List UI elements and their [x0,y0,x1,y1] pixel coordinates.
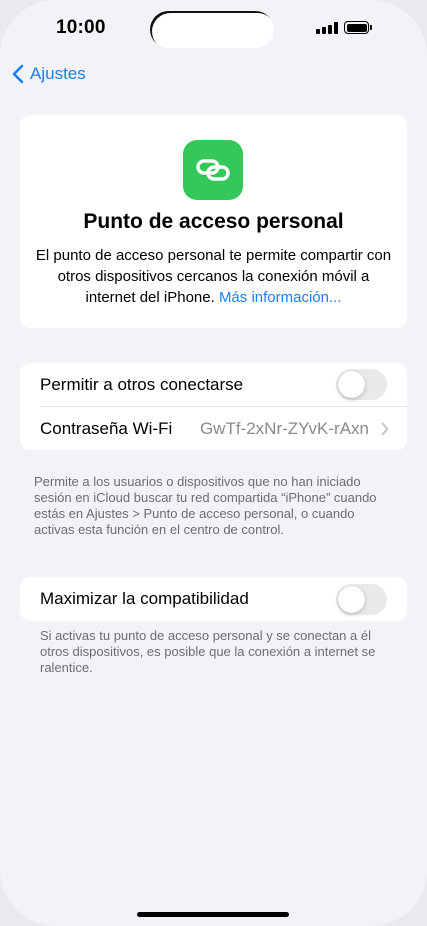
toggle-knob [338,585,365,613]
allow-others-label: Permitir a otros conectarse [40,374,244,394]
more-info-link[interactable]: Más información... [219,289,342,306]
dynamic-island [150,11,274,48]
wifi-password-row[interactable]: Contraseña Wi-Fi GwTf-2xNr-ZYvK-rAxn [20,407,407,450]
status-time: 10:00 [56,17,106,38]
allow-others-row: Permitir a otros conectarse [20,363,407,406]
battery-icon [344,21,369,34]
back-button[interactable]: Ajustes [12,64,86,84]
hotspot-description: El punto de acceso personal te permite c… [34,245,393,308]
back-label: Ajustes [30,64,86,83]
allow-others-toggle[interactable] [336,369,387,400]
hotspot-title: Punto de acceso personal [83,210,344,233]
compat-footnote: Si activas tu punto de acceso personal y… [40,628,376,675]
home-indicator[interactable] [137,912,289,917]
discovery-footnote: Permite a los usuarios o dispositivos qu… [34,474,377,537]
hotspot-info-card: Punto de acceso personal El punto de acc… [20,115,407,328]
status-bar: 10:00 [0,0,427,60]
wifi-password-label: Contraseña Wi-Fi [40,418,173,438]
wifi-password-value: GwTf-2xNr-ZYvK-rAxn [199,418,369,438]
hotspot-settings-group: Permitir a otros conectarse Contraseña W… [20,363,407,450]
compatibility-group: Maximizar la compatibilidad [20,577,407,621]
maximize-compat-label: Maximizar la compatibilidad [40,589,249,608]
maximize-compat-row: Maximizar la compatibilidad [20,577,407,621]
chevron-right-icon [381,422,389,435]
chevron-left-icon [12,64,24,84]
cellular-signal-icon [316,22,338,34]
maximize-compat-toggle[interactable] [336,583,387,615]
phone-screen: 10:00 Ajustes Punto de acceso personal E… [0,0,427,926]
battery-tip [370,25,372,30]
toggle-knob [338,371,365,398]
link-chain-icon [183,140,243,200]
